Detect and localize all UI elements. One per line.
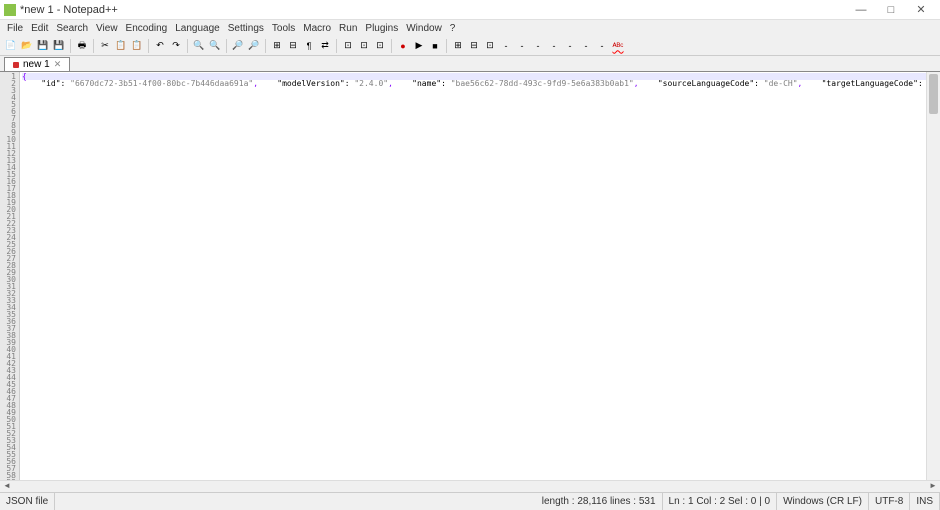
menu-view[interactable]: View: [93, 23, 121, 34]
menu-plugins[interactable]: Plugins: [362, 23, 401, 34]
scrollbar-track[interactable]: [14, 481, 926, 492]
toolbar-icon[interactable]: -: [579, 39, 593, 53]
spellcheck-icon[interactable]: ᴬᴮᶜ: [611, 39, 625, 53]
toolbar: 📄 📂 💾 💾 🖶 ✂ 📋 📋 ↶ ↷ 🔍 🔍 🔎 🔎 ⊞ ⊟ ¶ ⇄ ⊡ ⊡ …: [0, 36, 940, 56]
menu-file[interactable]: File: [4, 23, 26, 34]
toolbar-icon[interactable]: -: [595, 39, 609, 53]
toolbar-icon[interactable]: ⊡: [373, 39, 387, 53]
code-content[interactable]: { "id": "6670dc72-3b51-4f00-80bc-7b446da…: [20, 72, 940, 480]
copy-icon[interactable]: 📋: [114, 39, 128, 53]
save-icon[interactable]: 💾: [36, 39, 50, 53]
modified-indicator-icon: [13, 62, 19, 68]
menu-help[interactable]: ?: [447, 23, 459, 34]
scroll-right-icon[interactable]: ►: [926, 481, 940, 492]
status-eol[interactable]: Windows (CR LF): [777, 493, 869, 510]
tab-label: new 1: [23, 59, 50, 70]
paste-icon[interactable]: 📋: [130, 39, 144, 53]
cut-icon[interactable]: ✂: [98, 39, 112, 53]
maximize-button[interactable]: □: [876, 4, 906, 16]
save-all-icon[interactable]: 💾: [52, 39, 66, 53]
toolbar-separator: [446, 39, 447, 53]
toolbar-separator: [93, 39, 94, 53]
vertical-scrollbar[interactable]: [926, 72, 940, 480]
toolbar-icon[interactable]: ⊡: [483, 39, 497, 53]
toolbar-separator: [226, 39, 227, 53]
menu-language[interactable]: Language: [172, 23, 223, 34]
open-file-icon[interactable]: 📂: [20, 39, 34, 53]
zoom-out-icon[interactable]: 🔎: [247, 39, 261, 53]
toolbar-icon[interactable]: -: [515, 39, 529, 53]
toolbar-separator: [336, 39, 337, 53]
horizontal-scrollbar[interactable]: ◄ ►: [0, 480, 940, 492]
menu-bar: File Edit Search View Encoding Language …: [0, 20, 940, 36]
new-file-icon[interactable]: 📄: [4, 39, 18, 53]
toolbar-icon[interactable]: ⊞: [270, 39, 284, 53]
menu-run[interactable]: Run: [336, 23, 360, 34]
status-encoding[interactable]: UTF-8: [869, 493, 910, 510]
toolbar-separator: [265, 39, 266, 53]
menu-macro[interactable]: Macro: [300, 23, 334, 34]
status-position: Ln : 1 Col : 2 Sel : 0 | 0: [663, 493, 778, 510]
replace-icon[interactable]: 🔍: [208, 39, 222, 53]
menu-encoding[interactable]: Encoding: [123, 23, 171, 34]
toolbar-icon[interactable]: ⊟: [467, 39, 481, 53]
status-filetype: JSON file: [0, 493, 55, 510]
scrollbar-thumb[interactable]: [929, 74, 938, 114]
app-icon: [4, 4, 16, 16]
toolbar-icon[interactable]: ¶: [302, 39, 316, 53]
find-icon[interactable]: 🔍: [192, 39, 206, 53]
menu-tools[interactable]: Tools: [269, 23, 298, 34]
tab-new1[interactable]: new 1 ✕: [4, 57, 70, 71]
menu-window[interactable]: Window: [403, 23, 445, 34]
toolbar-icon[interactable]: -: [563, 39, 577, 53]
toolbar-icon[interactable]: ⊟: [286, 39, 300, 53]
toolbar-separator: [148, 39, 149, 53]
window-title: *new 1 - Notepad++: [20, 4, 846, 16]
toolbar-separator: [70, 39, 71, 53]
record-icon[interactable]: ●: [396, 39, 410, 53]
scroll-left-icon[interactable]: ◄: [0, 481, 14, 492]
status-insert-mode[interactable]: INS: [910, 493, 940, 510]
zoom-in-icon[interactable]: 🔎: [231, 39, 245, 53]
editor-area[interactable]: 1234567891011121314151617181920212223242…: [0, 72, 940, 480]
status-bar: JSON file length : 28,116 lines : 531 Ln…: [0, 492, 940, 510]
line-number-gutter: 1234567891011121314151617181920212223242…: [0, 72, 20, 480]
undo-icon[interactable]: ↶: [153, 39, 167, 53]
menu-settings[interactable]: Settings: [225, 23, 267, 34]
minimize-button[interactable]: —: [846, 4, 876, 16]
toolbar-icon[interactable]: -: [499, 39, 513, 53]
play-icon[interactable]: ▶: [412, 39, 426, 53]
toolbar-icon[interactable]: -: [531, 39, 545, 53]
toolbar-icon[interactable]: ⊞: [451, 39, 465, 53]
toolbar-separator: [187, 39, 188, 53]
toolbar-icon[interactable]: ⊡: [341, 39, 355, 53]
redo-icon[interactable]: ↷: [169, 39, 183, 53]
menu-edit[interactable]: Edit: [28, 23, 51, 34]
toolbar-icon[interactable]: -: [547, 39, 561, 53]
toolbar-icon[interactable]: ⊡: [357, 39, 371, 53]
close-button[interactable]: ✕: [906, 3, 936, 16]
menu-search[interactable]: Search: [53, 23, 91, 34]
title-bar: *new 1 - Notepad++ — □ ✕: [0, 0, 940, 20]
tab-close-icon[interactable]: ✕: [54, 59, 62, 70]
toolbar-separator: [391, 39, 392, 53]
toolbar-icon[interactable]: ⇄: [318, 39, 332, 53]
tab-bar: new 1 ✕: [0, 56, 940, 72]
stop-icon[interactable]: ■: [428, 39, 442, 53]
print-icon[interactable]: 🖶: [75, 39, 89, 53]
status-length: length : 28,116 lines : 531: [536, 493, 663, 510]
